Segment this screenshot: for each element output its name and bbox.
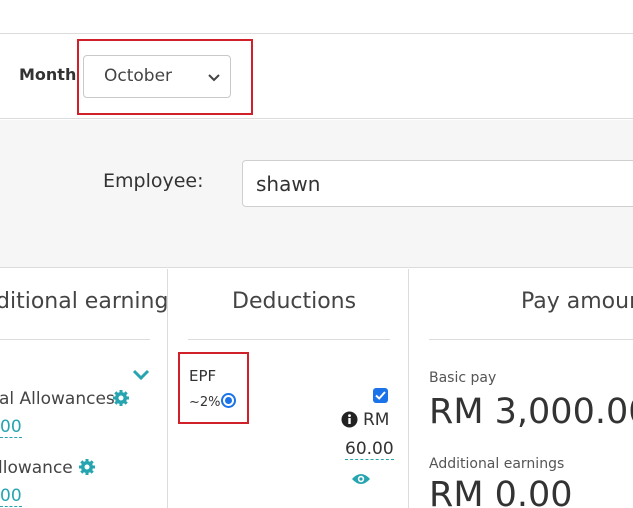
chevron-down-icon[interactable] [131, 368, 151, 382]
chevron-down-icon [208, 74, 220, 82]
check-icon [375, 391, 386, 400]
allowance-item-label: al Allowances [0, 389, 115, 409]
month-selected-value: October [104, 66, 173, 86]
earnings-panel-title: ditional earnings [0, 289, 180, 314]
employee-label: Employee: [103, 170, 204, 192]
gear-icon[interactable] [112, 389, 130, 407]
allowance-item-value[interactable]: 00 [0, 417, 22, 438]
earnings-divider [0, 339, 150, 340]
pay-amount-panel: Pay amoun Basic pay RM 3,000.00 Addition… [410, 269, 633, 508]
deductions-panel-title: Deductions [232, 289, 357, 314]
epf-name: EPF [189, 367, 217, 385]
top-strip [0, 0, 633, 34]
epf-amount[interactable]: 60.00 [345, 439, 394, 460]
pay-panel-title: Pay amoun [521, 289, 633, 314]
additional-earnings-label: Additional earnings [429, 456, 565, 472]
employee-row: Employee: shawn [0, 120, 633, 268]
epf-currency: RM [363, 410, 390, 430]
epf-highlight-box [178, 352, 249, 424]
info-icon[interactable] [341, 411, 358, 428]
employee-input-value: shawn [256, 172, 321, 196]
gear-icon[interactable] [78, 458, 96, 476]
epf-rate: ~2% [189, 395, 221, 410]
deductions-panel: Deductions EPF ~2% RM 60.00 [169, 269, 409, 508]
deductions-divider [188, 339, 390, 340]
eye-icon[interactable] [351, 472, 371, 486]
epf-checkbox[interactable] [373, 388, 388, 403]
additional-earnings-panel: ditional earnings al Allowances 00 llowa… [0, 269, 180, 508]
employee-input[interactable]: shawn [242, 160, 633, 207]
basic-pay-value: RM 3,000.00 [429, 392, 633, 432]
allowance-item-value[interactable]: 00 [0, 486, 22, 507]
allowance-item-label: llowance [0, 458, 73, 478]
month-select[interactable]: October [83, 55, 231, 98]
additional-earnings-value: RM 0.00 [429, 475, 573, 508]
basic-pay-label: Basic pay [429, 370, 497, 386]
pay-divider [429, 339, 633, 340]
month-filter-row: Month October [0, 35, 633, 119]
month-label: Month [19, 65, 77, 84]
epf-rate-radio[interactable] [221, 393, 236, 408]
